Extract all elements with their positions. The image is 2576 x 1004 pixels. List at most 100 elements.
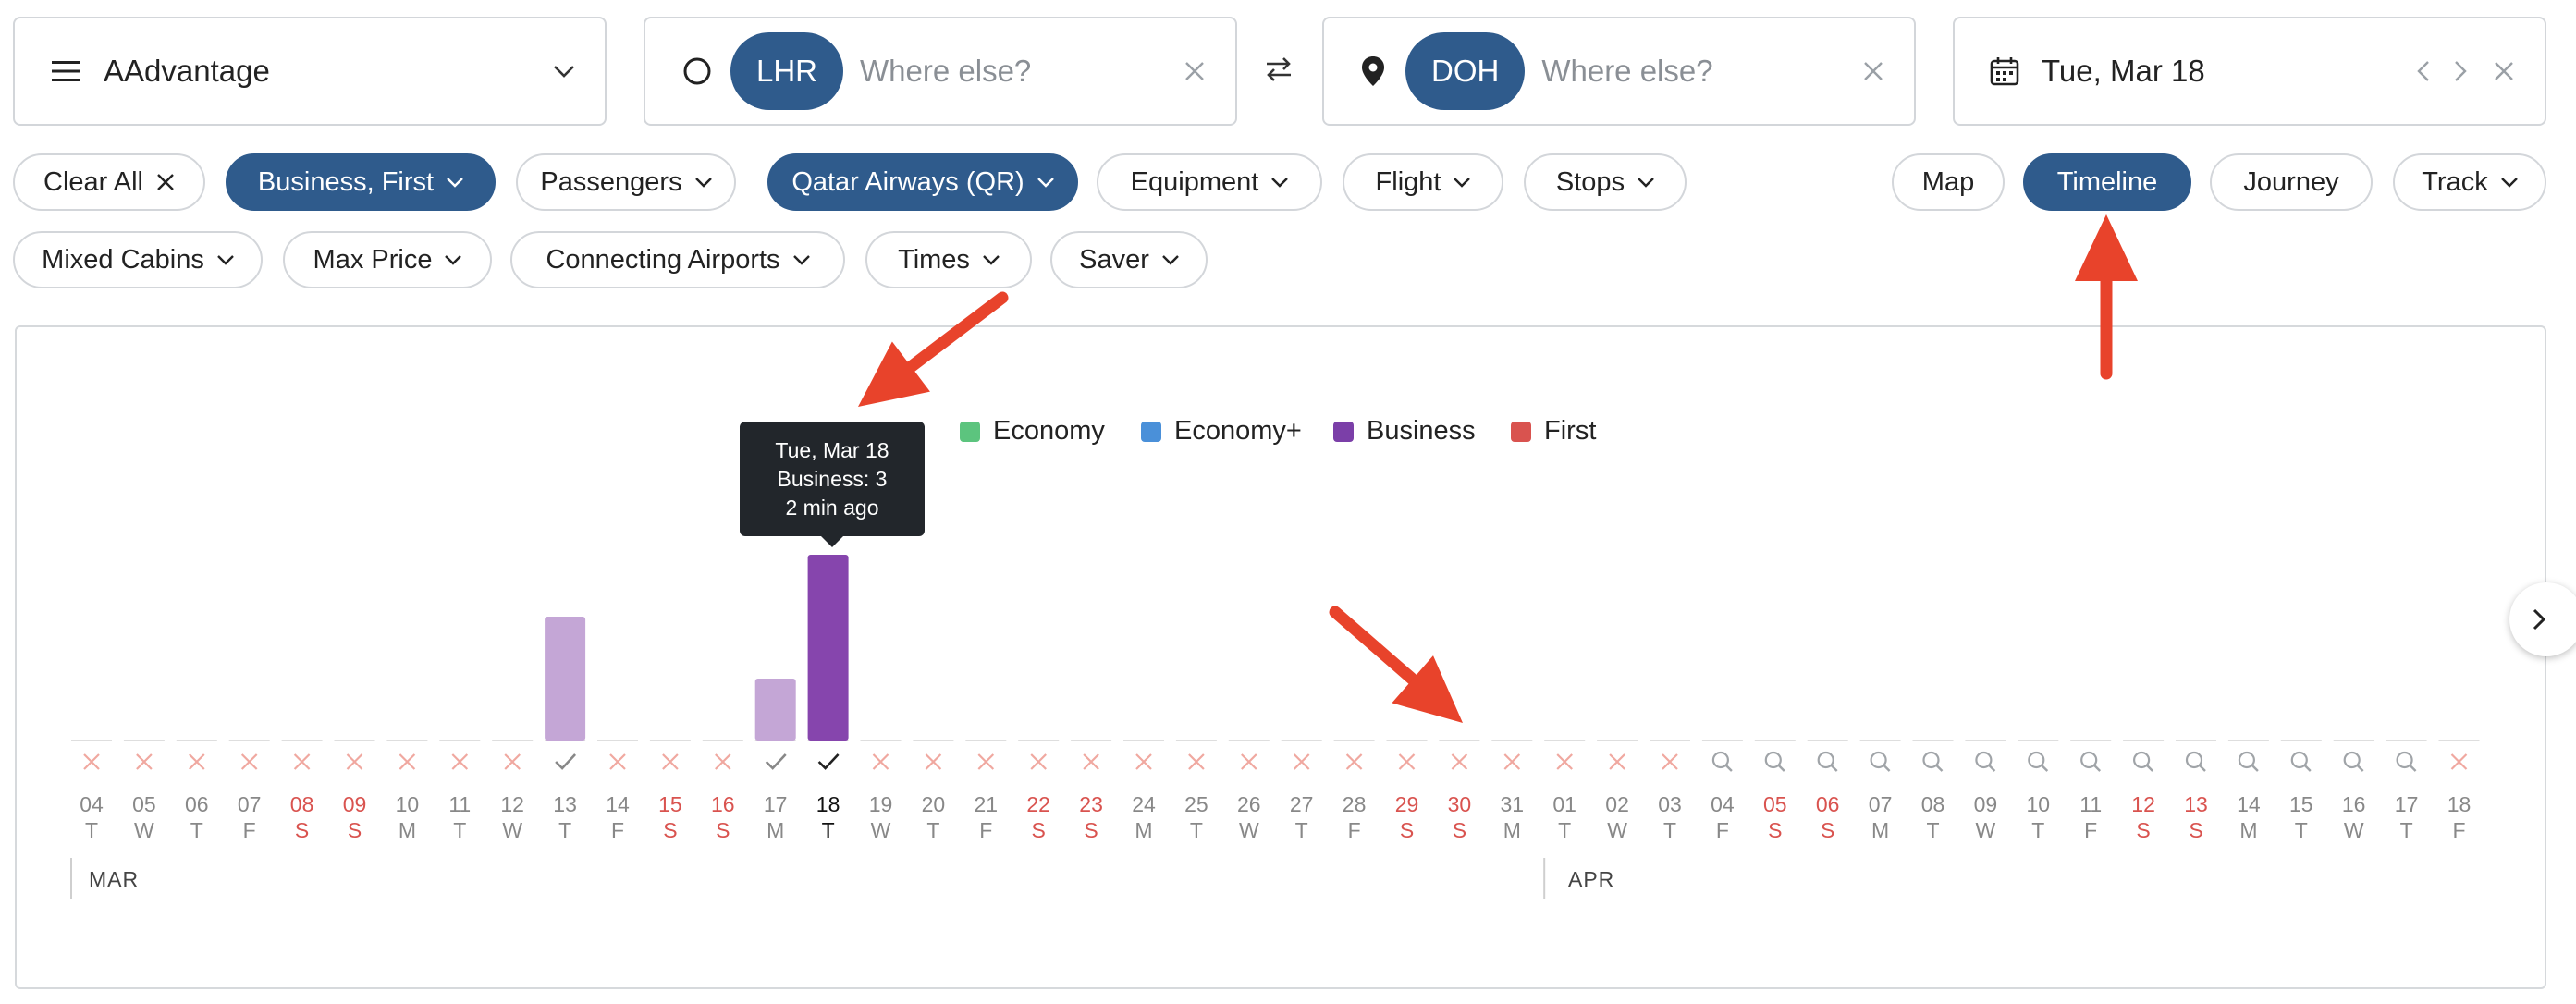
unavailable-icon bbox=[346, 753, 363, 770]
search-icon-handle bbox=[2199, 765, 2206, 772]
unavailable-icon bbox=[1345, 753, 1363, 770]
timeline-chart: 04T05W06T07F08S09S10M11T12W13T14F15S16S1… bbox=[70, 214, 2480, 899]
day-weekday: S bbox=[348, 818, 362, 842]
unavailable-icon bbox=[1293, 753, 1310, 770]
day-weekday: T bbox=[2295, 818, 2308, 842]
day-number: 19 bbox=[869, 792, 893, 816]
day-weekday: T bbox=[1926, 818, 1939, 842]
bar-business-14[interactable] bbox=[807, 555, 849, 741]
day-number: 15 bbox=[2289, 792, 2313, 816]
day-number: 14 bbox=[606, 792, 630, 816]
annotation-arrow-timeline-gap-shaft bbox=[1329, 606, 1419, 686]
day-weekday: T bbox=[1558, 818, 1571, 842]
day-weekday: F bbox=[243, 818, 256, 842]
search-icon bbox=[1711, 751, 1730, 769]
day-weekday: S bbox=[1768, 818, 1782, 842]
day-number: 10 bbox=[396, 792, 420, 816]
unavailable-icon bbox=[1398, 753, 1416, 770]
day-number: 07 bbox=[1869, 792, 1893, 816]
day-weekday: M bbox=[1503, 818, 1521, 842]
bar-business-13[interactable] bbox=[754, 679, 796, 741]
day-weekday: M bbox=[767, 818, 784, 842]
unavailable-icon bbox=[1451, 753, 1468, 770]
day-weekday: T bbox=[2400, 818, 2413, 842]
search-icon bbox=[2343, 751, 2361, 769]
day-number: 08 bbox=[290, 792, 314, 816]
search-icon-handle bbox=[2093, 765, 2102, 772]
search-icon-handle bbox=[2146, 765, 2153, 772]
day-number: 17 bbox=[764, 792, 788, 816]
search-icon bbox=[2290, 751, 2308, 769]
unavailable-icon bbox=[1030, 753, 1047, 770]
day-number: 17 bbox=[2395, 792, 2419, 816]
unavailable-icon bbox=[399, 753, 416, 770]
search-icon bbox=[1817, 751, 1834, 769]
day-number: 07 bbox=[238, 792, 262, 816]
day-weekday: S bbox=[1032, 818, 1046, 842]
day-number: 23 bbox=[1079, 792, 1103, 816]
day-weekday: T bbox=[558, 818, 571, 842]
search-icon bbox=[2133, 751, 2151, 769]
unavailable-icon bbox=[2450, 753, 2468, 770]
day-weekday: S bbox=[295, 818, 309, 842]
day-number: 28 bbox=[1343, 792, 1367, 816]
day-weekday: S bbox=[1821, 818, 1834, 842]
day-number: 11 bbox=[448, 792, 471, 816]
search-icon-handle bbox=[1935, 765, 1944, 772]
day-number: 30 bbox=[1448, 792, 1472, 816]
day-number: 12 bbox=[2131, 792, 2155, 816]
day-weekday: W bbox=[1239, 818, 1259, 842]
day-number: 01 bbox=[1552, 792, 1576, 816]
unavailable-icon bbox=[662, 753, 679, 770]
day-number: 13 bbox=[2184, 792, 2208, 816]
day-weekday: M bbox=[2239, 818, 2257, 842]
day-weekday: T bbox=[190, 818, 203, 842]
unavailable-icon bbox=[1188, 753, 1205, 770]
unavailable-icon bbox=[136, 753, 153, 770]
unavailable-icon bbox=[451, 753, 469, 770]
day-weekday: S bbox=[663, 818, 677, 842]
day-number: 26 bbox=[1237, 792, 1261, 816]
day-number: 13 bbox=[553, 792, 577, 816]
day-number: 18 bbox=[816, 792, 840, 816]
day-number: 06 bbox=[1816, 792, 1840, 816]
day-number: 22 bbox=[1026, 792, 1050, 816]
search-icon-handle bbox=[2303, 765, 2312, 772]
search-icon-handle bbox=[2251, 765, 2259, 772]
bar-business-9[interactable] bbox=[545, 617, 586, 741]
unavailable-icon bbox=[1556, 753, 1573, 770]
day-weekday: W bbox=[1976, 818, 1996, 842]
day-number: 14 bbox=[2237, 792, 2261, 816]
day-weekday: W bbox=[502, 818, 522, 842]
day-number: 12 bbox=[500, 792, 524, 816]
day-weekday: F bbox=[1716, 818, 1729, 842]
day-weekday: T bbox=[822, 818, 835, 842]
day-weekday: T bbox=[85, 818, 98, 842]
day-weekday: T bbox=[926, 818, 939, 842]
available-check-icon bbox=[555, 753, 577, 770]
search-icon bbox=[1922, 751, 1940, 769]
day-number: 10 bbox=[2027, 792, 2051, 816]
day-number: 08 bbox=[1921, 792, 1945, 816]
day-weekday: S bbox=[2189, 818, 2202, 842]
day-weekday: T bbox=[1663, 818, 1676, 842]
unavailable-icon bbox=[609, 753, 626, 770]
day-weekday: W bbox=[1607, 818, 1627, 842]
day-weekday: T bbox=[2031, 818, 2044, 842]
day-weekday: S bbox=[1453, 818, 1466, 842]
unavailable-icon bbox=[1503, 753, 1521, 770]
unavailable-icon bbox=[1083, 753, 1099, 770]
unavailable-icon bbox=[925, 753, 942, 770]
month-label-mar: MAR bbox=[89, 867, 140, 891]
day-weekday: S bbox=[1084, 818, 1098, 842]
day-number: 06 bbox=[185, 792, 209, 816]
day-number: 21 bbox=[975, 792, 999, 816]
day-weekday: F bbox=[2452, 818, 2465, 842]
chart-next-button[interactable] bbox=[2509, 582, 2576, 656]
day-number: 09 bbox=[343, 792, 367, 816]
annotation-arrow-tooltip-head bbox=[858, 341, 930, 407]
annotation-arrow-timeline-head bbox=[2075, 214, 2138, 281]
search-icon-handle bbox=[2409, 765, 2417, 772]
search-icon-handle bbox=[1988, 765, 1996, 772]
search-icon-handle bbox=[1725, 765, 1733, 772]
